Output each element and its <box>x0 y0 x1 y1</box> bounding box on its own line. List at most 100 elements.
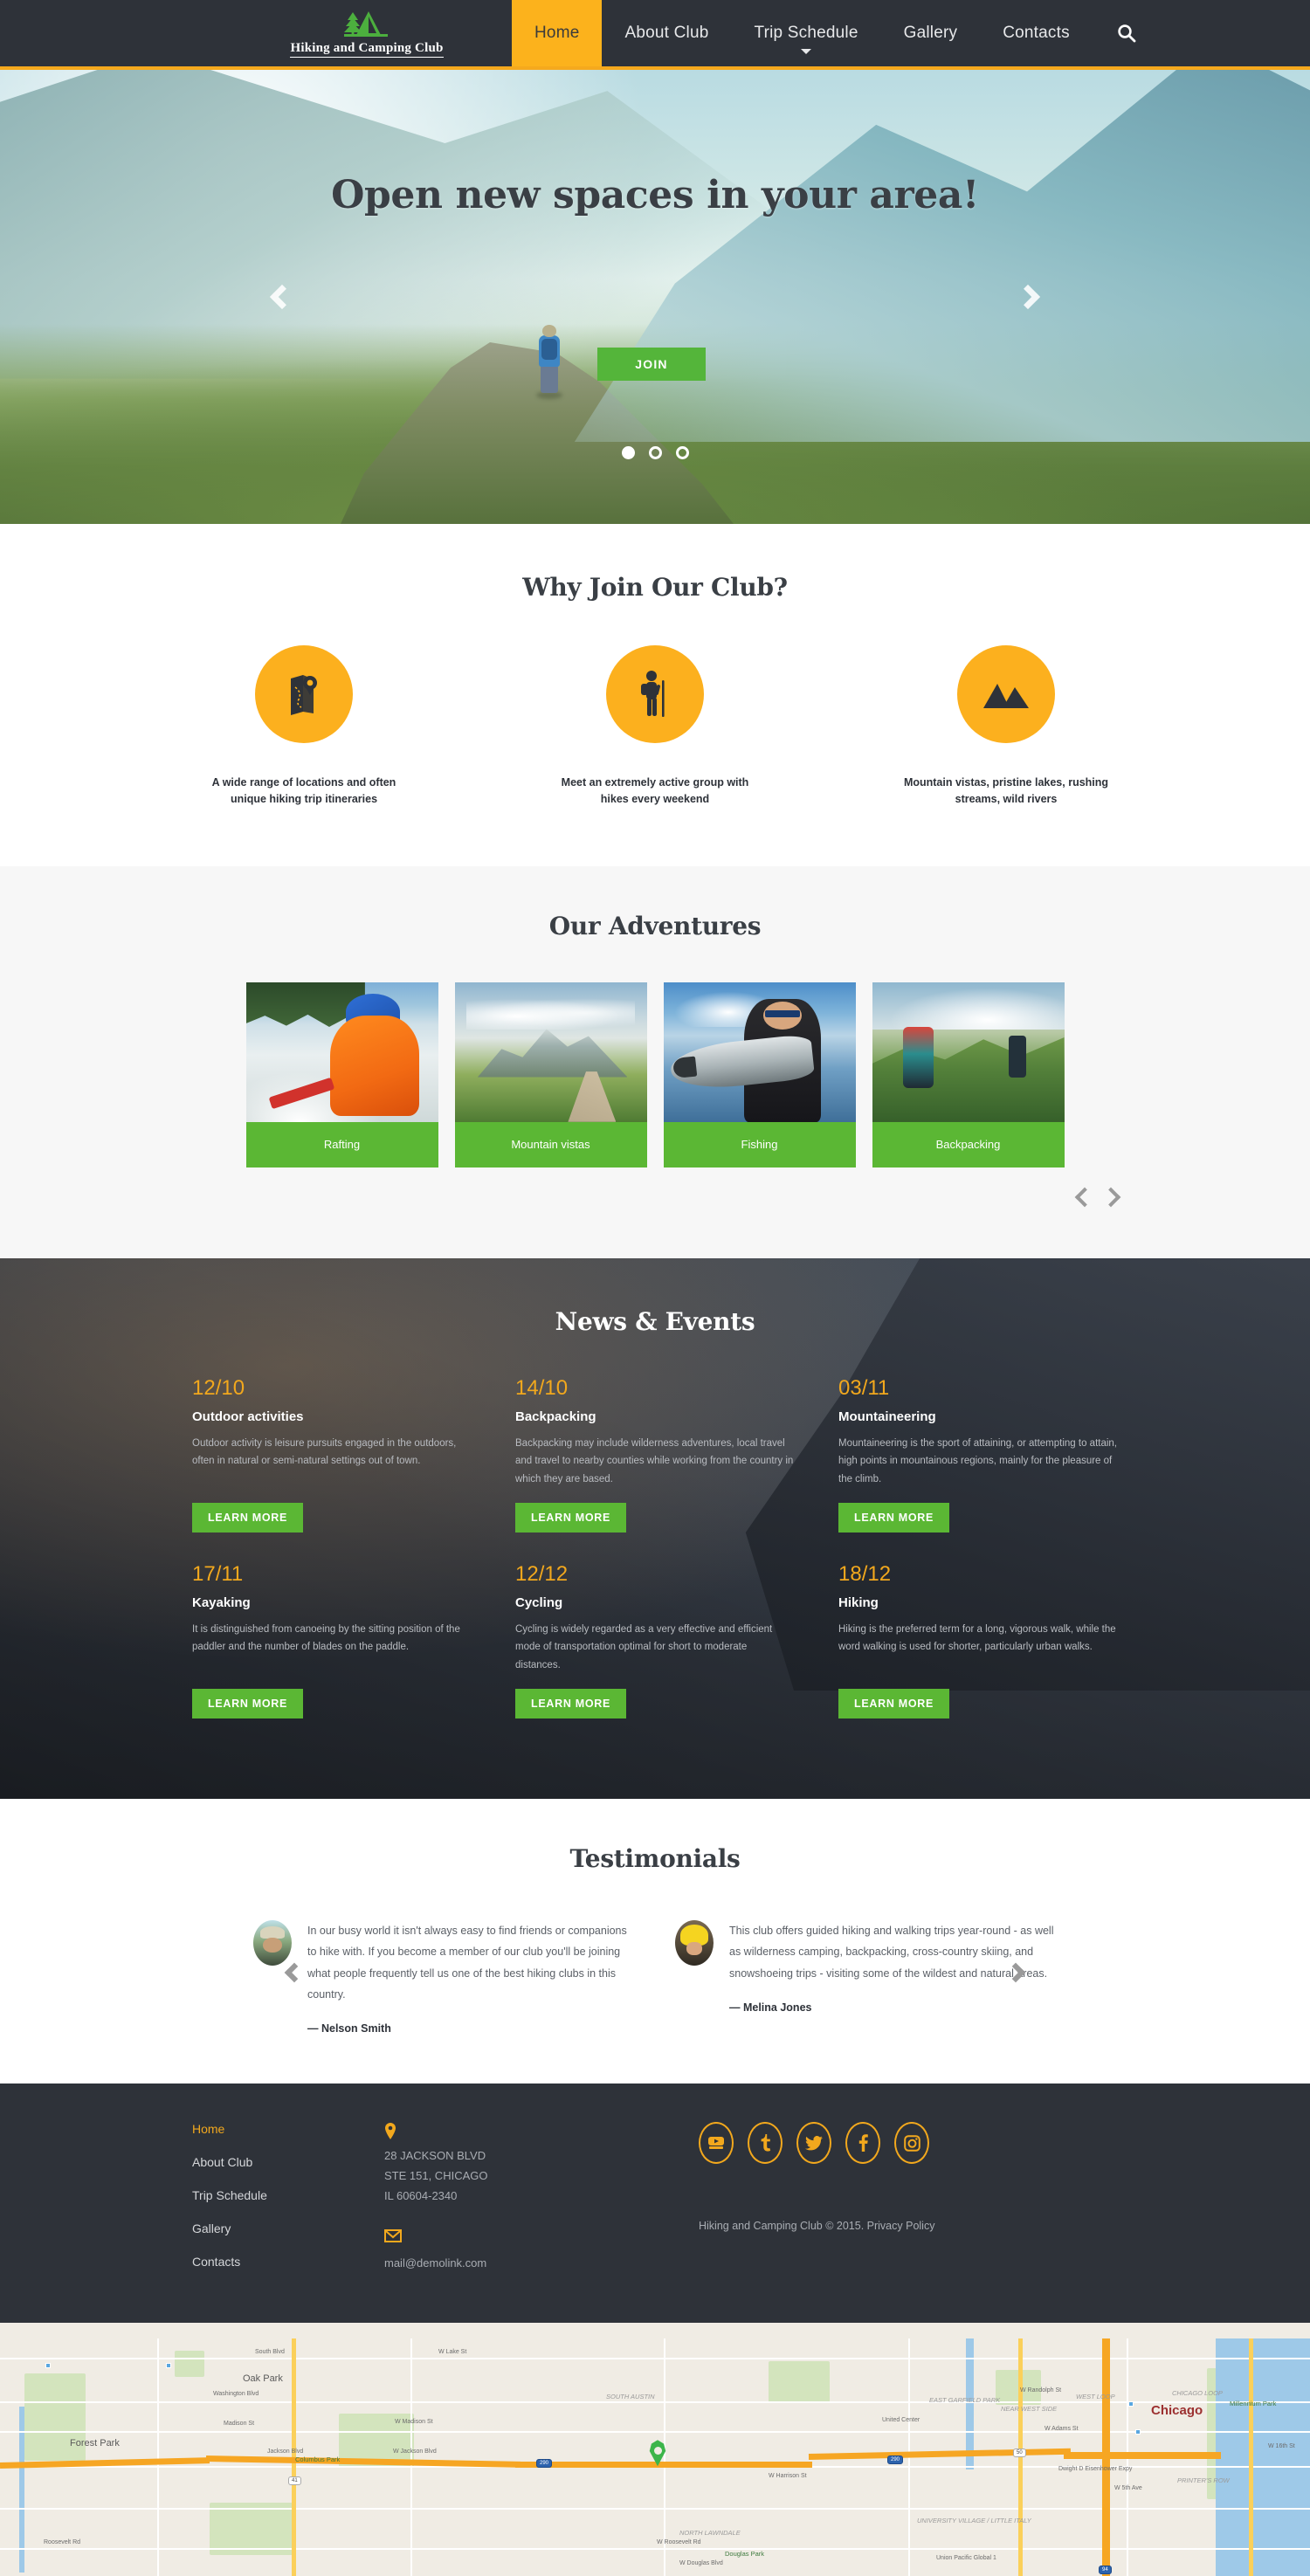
chevron-down-icon <box>801 49 812 54</box>
footer-link-trip-schedule[interactable]: Trip Schedule <box>192 2188 384 2202</box>
map-street-label: W Roosevelt Rd <box>657 2539 701 2546</box>
map-area-label: NORTH LAWNDALE <box>679 2529 741 2538</box>
footer-link-home[interactable]: Home <box>192 2122 384 2136</box>
testimonial-quote: In our busy world it isn't always easy t… <box>307 1924 627 2001</box>
news-body: Cycling is widely regarded as a very eff… <box>515 1623 773 1670</box>
map-street-label: Roosevelt Rd <box>44 2539 81 2546</box>
news-card: 14/10 Backpacking Backpacking may includ… <box>515 1376 795 1533</box>
logo[interactable]: Hiking and Camping Club <box>227 0 507 66</box>
hero-hiker-figure <box>534 325 564 400</box>
nav-item-trip-schedule[interactable]: Trip Schedule <box>732 0 881 66</box>
map-place-label: United Center <box>882 2417 920 2424</box>
adventure-label[interactable]: Mountain vistas <box>454 1121 647 1167</box>
adventure-label[interactable]: Fishing <box>663 1121 856 1167</box>
twitter-icon[interactable] <box>796 2122 831 2165</box>
adventures-title: Our Adventures <box>548 911 762 940</box>
join-button[interactable]: JOIN <box>597 348 706 381</box>
hero-dot-2[interactable] <box>648 446 662 459</box>
testimonials-next-button[interactable] <box>1003 1955 1029 1990</box>
nav-item-contacts[interactable]: Contacts <box>980 0 1093 66</box>
testimonial-author: — Melina Jones <box>729 2001 812 2014</box>
hero-dot-1[interactable] <box>621 446 635 459</box>
nav-item-home[interactable]: Home <box>512 0 603 66</box>
map-street <box>0 2548 1310 2551</box>
footer-link-gallery[interactable]: Gallery <box>192 2221 384 2235</box>
hero-dot-3[interactable] <box>675 446 689 459</box>
adventures-section: Our Adventures Rafting Mountain vistas F… <box>0 865 1310 1258</box>
location-map[interactable]: Oak Park Forest Park Columbus Park Dougl… <box>0 2323 1310 2576</box>
learn-more-button[interactable]: LEARN MORE <box>838 1502 950 1533</box>
hero-next-button[interactable] <box>1008 273 1048 320</box>
map-highway-shield: 41 <box>288 2476 301 2486</box>
map-park-area <box>175 2351 204 2378</box>
rafting-photo <box>245 981 438 1122</box>
map-street <box>0 2401 1310 2404</box>
map-place-label: Millennium Park <box>1230 2400 1277 2408</box>
news-body: Mountaineering is the sport of attaining… <box>838 1437 1117 1484</box>
nav-item-gallery[interactable]: Gallery <box>881 0 981 66</box>
why-feature-text: A wide range of locations and often uniq… <box>211 776 396 806</box>
news-card: 12/10 Outdoor activities Outdoor activit… <box>192 1376 472 1533</box>
location-pin-icon <box>384 2122 664 2143</box>
adventure-label[interactable]: Rafting <box>245 1121 438 1167</box>
adventure-card[interactable]: Fishing <box>663 981 856 1167</box>
news-date: 12/10 <box>192 1375 245 1400</box>
adventure-label[interactable]: Backpacking <box>872 1121 1065 1167</box>
learn-more-button[interactable]: LEARN MORE <box>838 1688 950 1718</box>
nav-label: Home <box>534 24 580 42</box>
testimonial-card: In our busy world it isn't always easy t… <box>253 1919 635 2035</box>
page-root: Hiking and Camping Club Home About Club … <box>0 0 1310 2576</box>
learn-more-button[interactable]: LEARN MORE <box>192 1688 304 1718</box>
map-place-label: Forest Park <box>70 2438 120 2449</box>
news-body: Outdoor activity is leisure pursuits eng… <box>192 1437 457 1467</box>
map-area-label: UNIVERSITY VILLAGE / LITTLE ITALY <box>917 2517 1031 2525</box>
why-join-title: Why Join Our Club? <box>522 573 788 602</box>
testimonials-prev-button[interactable] <box>281 1955 307 1990</box>
instagram-icon[interactable] <box>894 2122 929 2165</box>
hero-prev-button[interactable] <box>262 273 302 320</box>
adventures-next-button[interactable] <box>1100 1187 1121 1208</box>
footer-email-link[interactable]: mail@demolink.com <box>384 2256 486 2269</box>
adventures-prev-button[interactable] <box>1074 1187 1095 1208</box>
fishing-photo <box>663 981 856 1122</box>
map-highway-shield: 290 <box>887 2455 904 2465</box>
map-transit-marker <box>1128 2401 1134 2407</box>
map-arterial-road <box>1018 2338 1023 2576</box>
footer-link-about-club[interactable]: About Club <box>192 2155 384 2169</box>
map-place-label: Douglas Park <box>725 2550 765 2559</box>
footer-contacts: 28 JACKSON BLVD STE 151, CHICAGO IL 6060… <box>384 2122 664 2288</box>
map-street <box>0 2508 1310 2511</box>
news-heading: Outdoor activities <box>192 1409 304 1424</box>
news-date: 03/11 <box>838 1375 890 1400</box>
map-street-label: Dwight D Eisenhower Expy <box>1058 2466 1133 2473</box>
news-card: 03/11 Mountaineering Mountaineering is t… <box>838 1376 1118 1533</box>
adventure-card[interactable]: Rafting <box>245 981 438 1167</box>
learn-more-button[interactable]: LEARN MORE <box>192 1502 304 1533</box>
news-body: It is distinguished from canoeing by the… <box>192 1623 460 1653</box>
footer-nav: Home About Club Trip Schedule Gallery Co… <box>192 2122 384 2288</box>
why-feature-vistas: Mountain vistas, pristine lakes, rushing… <box>897 645 1115 809</box>
facebook-icon[interactable] <box>845 2122 880 2165</box>
address-line-3: IL 60604-2340 <box>384 2188 458 2202</box>
footer-link-contacts[interactable]: Contacts <box>192 2255 384 2269</box>
mountains-icon <box>957 645 1055 743</box>
adventure-card[interactable]: Mountain vistas <box>454 981 647 1167</box>
learn-more-button[interactable]: LEARN MORE <box>515 1502 627 1533</box>
avatar <box>253 1919 292 1966</box>
nav-item-about-club[interactable]: About Club <box>602 0 731 66</box>
adventure-card[interactable]: Backpacking <box>872 981 1065 1167</box>
news-date: 12/12 <box>515 1561 569 1586</box>
map-area-label: PRINTER'S ROW <box>1177 2476 1230 2485</box>
why-feature-text: Meet an extremely active group with hike… <box>561 776 749 806</box>
youtube-icon[interactable] <box>699 2122 734 2165</box>
copyright-text: Hiking and Camping Club © 2015. Privacy … <box>699 2220 935 2233</box>
search-button[interactable] <box>1093 0 1161 66</box>
why-feature-text: Mountain vistas, pristine lakes, rushing… <box>903 776 1109 806</box>
news-heading: Kayaking <box>192 1595 251 1610</box>
why-join-section: Why Join Our Club? A wide range of locat… <box>0 524 1310 866</box>
address-line-2: STE 151, CHICAGO <box>384 2169 488 2182</box>
map-street-label: W Jackson Blvd <box>393 2449 437 2455</box>
learn-more-button[interactable]: LEARN MORE <box>515 1688 627 1718</box>
map-street-label: W 5th Ave <box>1114 2485 1142 2492</box>
tumblr-icon[interactable] <box>748 2122 783 2165</box>
